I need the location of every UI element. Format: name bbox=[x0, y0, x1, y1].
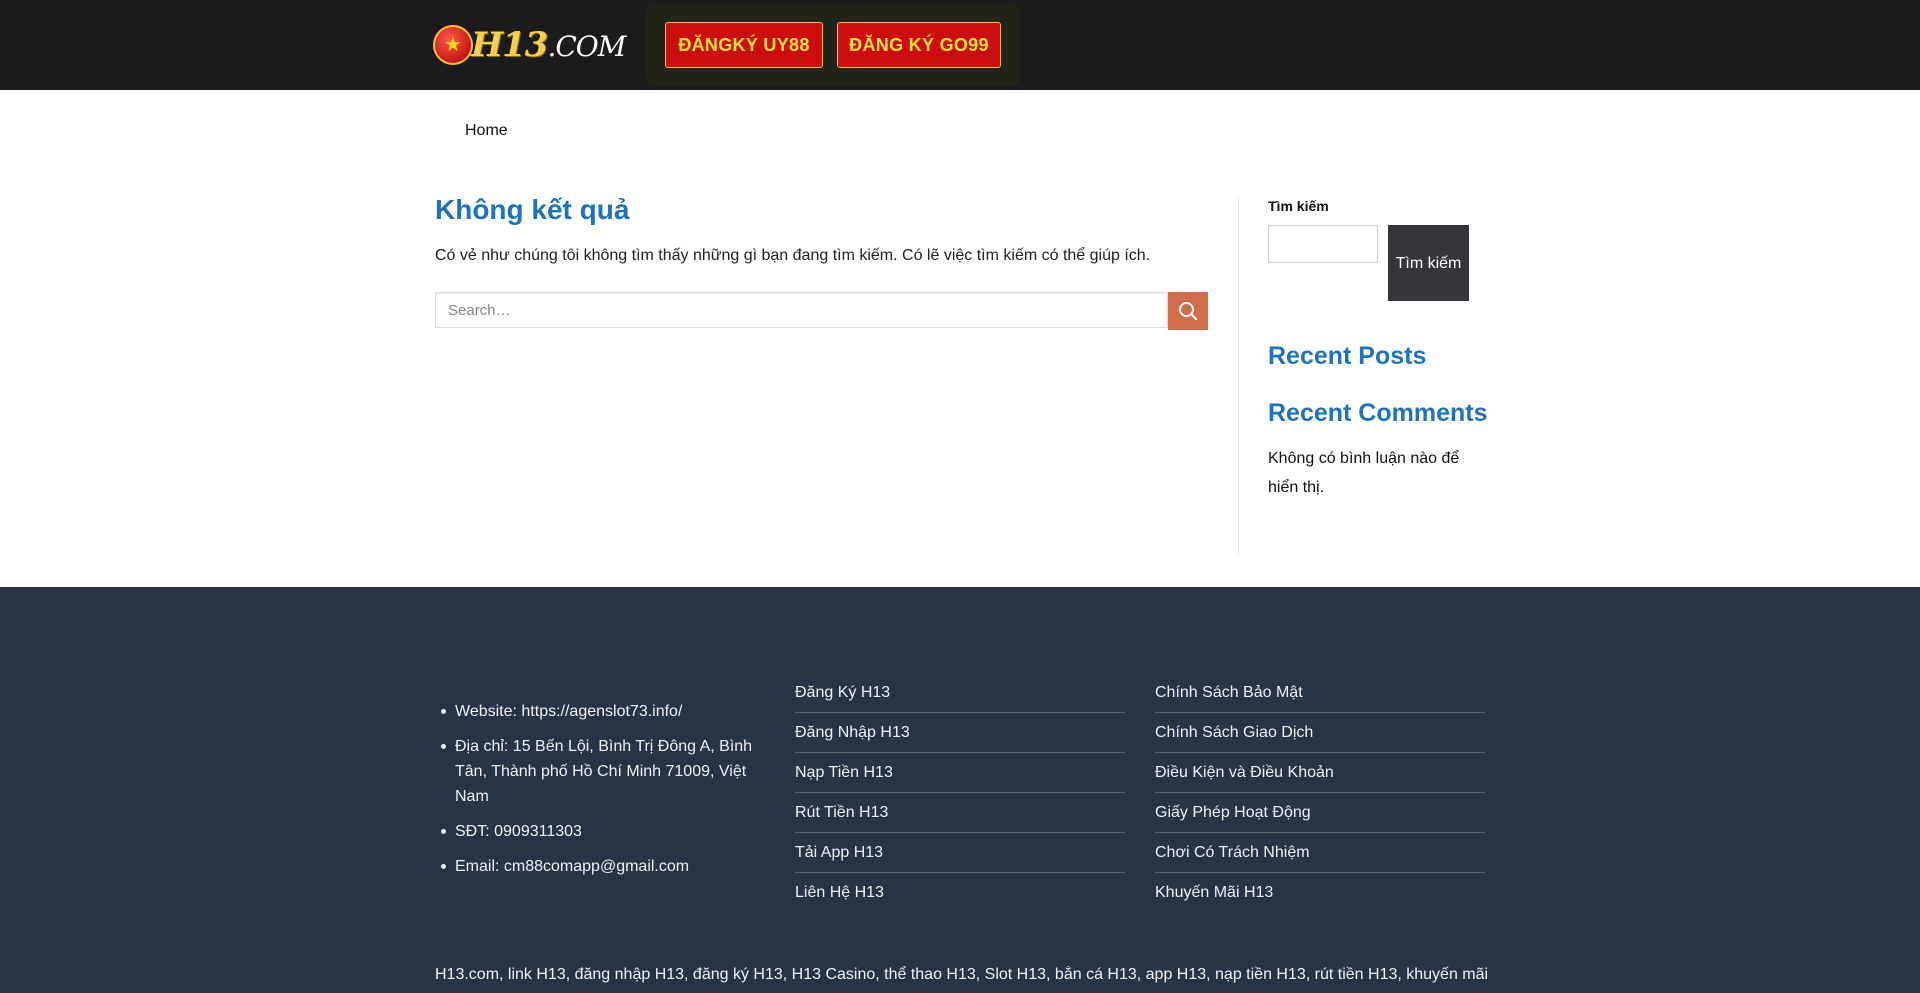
footer-links-account: Đăng Ký H13 Đăng Nhập H13 Nạp Tiền H13 R… bbox=[795, 673, 1125, 913]
logo-ball-icon bbox=[433, 25, 473, 65]
footer-link-register[interactable]: Đăng Ký H13 bbox=[795, 673, 1125, 713]
footer-link-withdraw[interactable]: Rút Tiền H13 bbox=[795, 793, 1125, 833]
no-results-message: Có vẻ như chúng tôi không tìm thấy những… bbox=[435, 247, 1151, 264]
nav-home-link[interactable]: Home bbox=[465, 122, 508, 140]
contact-website: Website: https://agenslot73.info/ bbox=[441, 699, 755, 724]
footer-links-policy: Chính Sách Bảo Mật Chính Sách Giao Dịch … bbox=[1155, 673, 1485, 913]
footer-link-login[interactable]: Đăng Nhập H13 bbox=[795, 713, 1125, 753]
register-uy88-button[interactable]: ĐĂNGKÝ UY88 bbox=[665, 22, 823, 68]
footer-link-terms[interactable]: Điều Kiện và Điều Khoản bbox=[1155, 753, 1485, 793]
search-icon bbox=[1179, 302, 1198, 321]
footer-link-deposit[interactable]: Nạp Tiền H13 bbox=[795, 753, 1125, 793]
footer-contact-list: Website: https://agenslot73.info/ Địa ch… bbox=[441, 699, 755, 889]
footer-link-privacy[interactable]: Chính Sách Bảo Mật bbox=[1155, 673, 1485, 713]
register-go99-button[interactable]: ĐĂNG KÝ GO99 bbox=[837, 22, 1001, 68]
page-title: Không kết quả bbox=[435, 194, 630, 225]
footer-link-license[interactable]: Giấy Phép Hoạt Động bbox=[1155, 793, 1485, 833]
contact-address: Địa chỉ: 15 Bến Lội, Bình Trị Đông A, Bì… bbox=[441, 734, 755, 809]
footer-keywords-text: H13.com, link H13, đăng nhập H13, đăng k… bbox=[435, 966, 1489, 983]
footer-link-download-app[interactable]: Tải App H13 bbox=[795, 833, 1125, 873]
footer-link-promotions[interactable]: Khuyến Mãi H13 bbox=[1155, 873, 1485, 913]
logo-text: H13.COM bbox=[471, 25, 626, 65]
recent-posts-heading: Recent Posts bbox=[1268, 342, 1427, 370]
footer-link-contact[interactable]: Liên Hệ H13 bbox=[795, 873, 1125, 913]
footer-link-responsible-gaming[interactable]: Chơi Có Trách Nhiệm bbox=[1155, 833, 1485, 873]
sidebar-search-label: Tìm kiếm bbox=[1268, 198, 1329, 214]
footer-link-transaction-policy[interactable]: Chính Sách Giao Dịch bbox=[1155, 713, 1485, 753]
site-logo[interactable]: H13.COM bbox=[433, 20, 633, 70]
recent-comments-heading: Recent Comments bbox=[1268, 399, 1488, 427]
main-search-button[interactable] bbox=[1168, 292, 1208, 330]
contact-email: Email: cm88comapp@gmail.com bbox=[441, 854, 755, 879]
no-comments-text: Không có bình luận nào để hiển thị. bbox=[1268, 450, 1460, 496]
content-divider bbox=[1238, 196, 1239, 556]
contact-phone: SĐT: 0909311303 bbox=[441, 819, 755, 844]
sidebar-search-input[interactable] bbox=[1268, 225, 1378, 263]
main-search-input[interactable] bbox=[435, 292, 1168, 328]
sidebar-search-button[interactable]: Tìm kiếm bbox=[1388, 225, 1469, 301]
site-header: H13.COM ĐĂNGKÝ UY88 ĐĂNG KÝ GO99 bbox=[0, 0, 1920, 90]
